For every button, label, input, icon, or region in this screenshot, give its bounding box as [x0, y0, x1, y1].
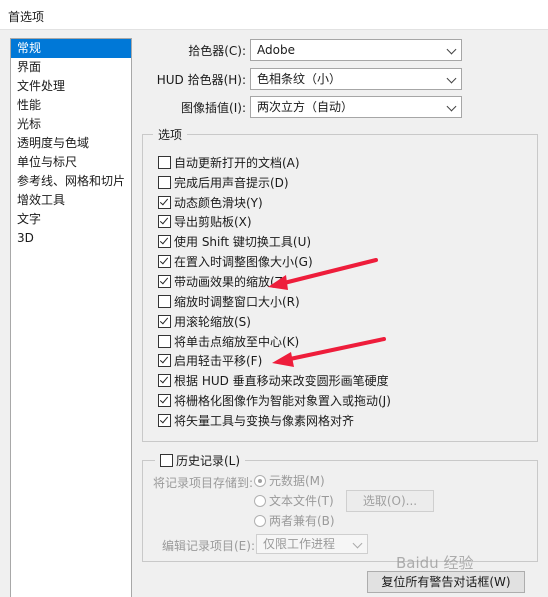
interpolation-label: 图像插值(I): — [181, 101, 246, 115]
export-clipboard-label: 导出剪贴板(X) — [174, 215, 252, 229]
scroll-wheel-zoom-checkbox[interactable]: 用滚轮缩放(S) — [158, 313, 251, 332]
beep-when-done-checkbox[interactable]: 完成后用声音提示(D) — [158, 174, 289, 193]
checkbox-checked-icon — [158, 235, 171, 248]
radio-icon — [254, 495, 266, 507]
checkbox-icon — [158, 335, 171, 348]
sidebar-item-general[interactable]: 常规 — [11, 39, 131, 58]
auto-update-checkbox[interactable]: 自动更新打开的文档(A) — [158, 154, 300, 173]
zoom-resizes-windows-checkbox[interactable]: 缩放时调整窗口大小(R) — [158, 293, 300, 312]
sidebar-item-interface[interactable]: 界面 — [11, 58, 131, 77]
export-clipboard-checkbox[interactable]: 导出剪贴板(X) — [158, 213, 252, 232]
checkbox-checked-icon — [158, 414, 171, 427]
both-radio[interactable]: 两者兼有(B) — [254, 512, 335, 531]
hud-picker-label: HUD 拾色器(H): — [156, 73, 246, 87]
history-legend: 历史记录(L) — [176, 454, 241, 468]
history-checkbox[interactable]: 历史记录(L) — [155, 452, 246, 469]
chevron-down-icon — [446, 101, 457, 112]
checkbox-icon — [158, 176, 171, 189]
sidebar-item-3d[interactable]: 3D — [11, 229, 131, 248]
interpolation-value: 两次立方（自动） — [257, 100, 354, 114]
sidebar-item-guides-grid[interactable]: 参考线、网格和切片 — [11, 172, 131, 191]
color-picker-value: Adobe — [257, 43, 295, 57]
both-radio-label: 两者兼有(B) — [269, 514, 335, 528]
place-as-smart-object-label: 将栅格化图像作为智能对象置入或拖动(J) — [174, 394, 391, 408]
checkbox-icon — [158, 156, 171, 169]
color-picker-row: 拾色器(C): Adobe — [140, 39, 468, 61]
radio-icon — [254, 515, 266, 527]
dynamic-sliders-checkbox[interactable]: 动态颜色滑块(Y) — [158, 194, 263, 213]
sidebar-item-file-handling[interactable]: 文件处理 — [11, 77, 131, 96]
interpolation-row: 图像插值(I): 两次立方（自动） — [140, 96, 468, 118]
hud-picker-value: 色相条纹（小） — [257, 72, 342, 86]
sidebar-item-units-rulers[interactable]: 单位与标尺 — [11, 153, 131, 172]
reset-all-warnings-button[interactable]: 复位所有警告对话框(W) — [367, 571, 525, 593]
metadata-radio-label: 元数据(M) — [269, 474, 325, 488]
title-bar: 首选项 — [0, 0, 548, 30]
checkbox-checked-icon — [158, 374, 171, 387]
checkbox-checked-icon — [158, 215, 171, 228]
sidebar-item-type[interactable]: 文字 — [11, 210, 131, 229]
color-picker-label: 拾色器(C): — [188, 44, 246, 58]
options-legend: 选项 — [153, 126, 188, 143]
checkbox-checked-icon — [158, 255, 171, 268]
checkbox-icon — [158, 295, 171, 308]
snap-vector-tools-checkbox[interactable]: 将矢量工具与变换与像素网格对齐 — [158, 412, 354, 431]
zoom-resizes-windows-label: 缩放时调整窗口大小(R) — [174, 295, 300, 309]
sidebar-item-plugins[interactable]: 增效工具 — [11, 191, 131, 210]
checkbox-checked-icon — [158, 354, 171, 367]
edit-log-items-select[interactable]: 仅限工作进程 — [256, 534, 368, 554]
auto-update-label: 自动更新打开的文档(A) — [174, 156, 300, 170]
edit-log-items-value: 仅限工作进程 — [263, 537, 336, 551]
color-picker-select[interactable]: Adobe — [250, 39, 462, 61]
snap-vector-tools-label: 将矢量工具与变换与像素网格对齐 — [174, 414, 355, 428]
beep-when-done-label: 完成后用声音提示(D) — [174, 176, 289, 190]
chevron-down-icon — [352, 538, 363, 549]
text-file-radio[interactable]: 文本文件(T) — [254, 492, 334, 511]
hud-picker-row: HUD 拾色器(H): 色相条纹（小） — [140, 68, 468, 90]
flick-panning-checkbox[interactable]: 启用轻击平移(F) — [158, 352, 262, 371]
interpolation-select[interactable]: 两次立方（自动） — [250, 96, 462, 118]
window-title: 首选项 — [8, 10, 45, 24]
hud-brush-hardness-label: 根据 HUD 垂直移动来改变圆形画笔硬度 — [174, 374, 389, 388]
flick-panning-label: 启用轻击平移(F) — [174, 354, 263, 368]
sidebar: 常规 界面 文件处理 性能 光标 透明度与色域 单位与标尺 参考线、网格和切片 … — [10, 38, 132, 597]
edit-log-items-label: 编辑记录项目(E): — [162, 539, 255, 553]
checkbox-icon — [160, 454, 173, 467]
save-log-to-label: 将记录项目存储到: — [153, 476, 254, 490]
shift-tool-switch-checkbox[interactable]: 使用 Shift 键切换工具(U) — [158, 233, 311, 252]
checkbox-checked-icon — [158, 315, 171, 328]
place-as-smart-object-checkbox[interactable]: 将栅格化图像作为智能对象置入或拖动(J) — [158, 392, 391, 411]
annotation-arrow-icon — [272, 337, 386, 367]
radio-selected-icon — [254, 475, 266, 487]
dynamic-sliders-label: 动态颜色滑块(Y) — [174, 196, 263, 210]
sidebar-item-transparency[interactable]: 透明度与色域 — [11, 134, 131, 153]
chevron-down-icon — [446, 73, 457, 84]
checkbox-checked-icon — [158, 394, 171, 407]
sidebar-item-performance[interactable]: 性能 — [11, 96, 131, 115]
annotation-arrow-icon — [268, 258, 378, 290]
checkbox-checked-icon — [158, 275, 171, 288]
shift-tool-switch-label: 使用 Shift 键切换工具(U) — [174, 235, 312, 249]
hud-brush-hardness-checkbox[interactable]: 根据 HUD 垂直移动来改变圆形画笔硬度 — [158, 372, 389, 391]
metadata-radio[interactable]: 元数据(M) — [254, 472, 325, 491]
chevron-down-icon — [446, 44, 457, 55]
choose-button[interactable]: 选取(O)... — [346, 490, 434, 512]
checkbox-checked-icon — [158, 196, 171, 209]
hud-picker-select[interactable]: 色相条纹（小） — [250, 68, 462, 90]
scroll-wheel-zoom-label: 用滚轮缩放(S) — [174, 315, 251, 329]
baidu-watermark: Baidu 经验 — [396, 554, 474, 572]
text-file-radio-label: 文本文件(T) — [269, 494, 334, 508]
sidebar-item-cursors[interactable]: 光标 — [11, 115, 131, 134]
